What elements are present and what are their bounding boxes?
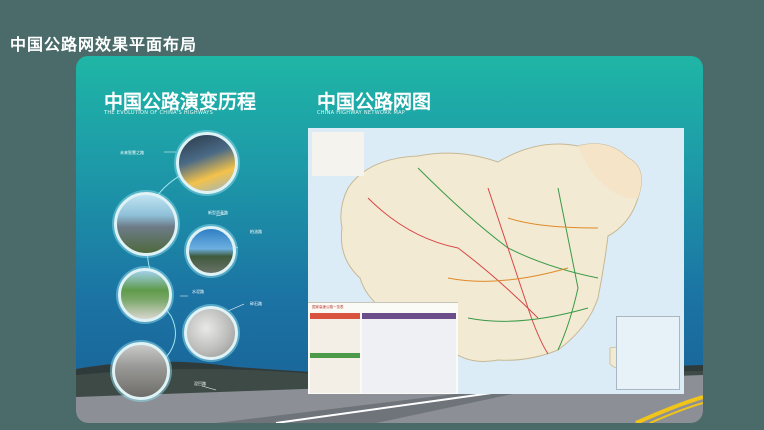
milestone-label-mud: 泥巴路 [194,381,206,386]
map-legend-panel [312,132,364,176]
expressway-list-title: 国家高速公路一览表 [312,305,344,309]
milestone-label-tar: 柏油路 [250,229,262,234]
milestone-label-asphalt-new: 新型沥青路 [208,210,228,215]
expressway-list-table: 国家高速公路一览表 [308,302,458,394]
milestone-circle-tar [186,226,236,276]
milestone-label-cement: 水泥路 [192,289,204,294]
display-board: 中国公路演变历程 THE EVOLUTION OF CHINA'S HIGHWA… [76,56,703,423]
south-china-sea-inset [616,316,680,390]
milestone-circle-cement [118,268,172,322]
milestone-label-gravel: 碎石路 [250,301,262,306]
china-highway-map: 国家高速公路一览表 [308,128,684,394]
milestone-circle-future [176,132,238,194]
milestone-circle-asphalt-new [114,192,178,256]
milestone-circle-mud [112,342,170,400]
milestone-label-future: 未来智慧之路 [120,150,144,155]
milestone-circle-gravel [184,306,238,360]
slide-title: 中国公路网效果平面布局 [10,35,198,54]
expressway-list-rows [310,313,456,393]
